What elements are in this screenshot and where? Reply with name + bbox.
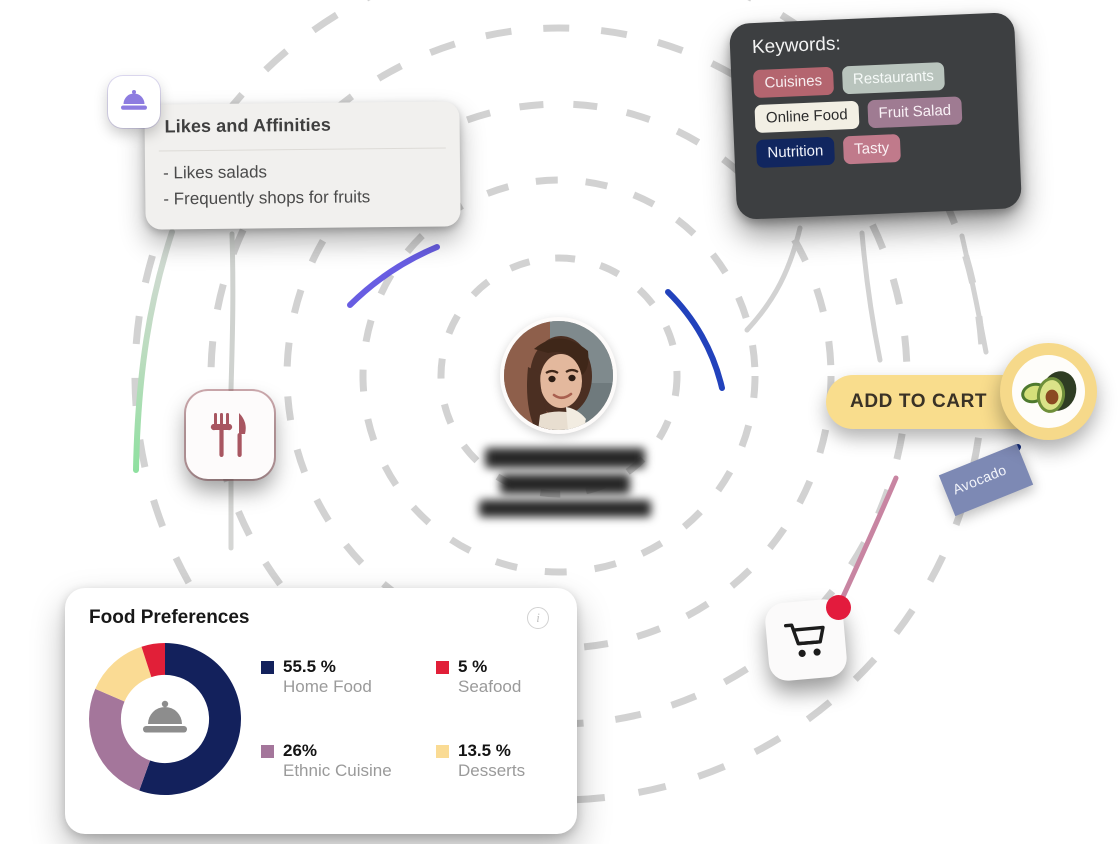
fork-and-knife-icon (210, 413, 246, 457)
list-item: - Frequently shops for fruits (163, 187, 371, 209)
legend-label: Home Food (283, 677, 372, 696)
keyword-chip[interactable]: Restaurants (841, 62, 946, 95)
legend-swatch (436, 661, 449, 674)
likes-and-affinities-card: Likes and Affinities - Likes salads - Fr… (144, 101, 461, 230)
legend-value: 5 % (458, 657, 488, 676)
product-tag[interactable]: Avocado (938, 443, 1034, 517)
add-to-cart-label: ADD TO CART (850, 391, 988, 412)
info-icon[interactable]: i (527, 607, 549, 629)
cloche-icon (121, 90, 147, 110)
cloche-app-badge[interactable] (108, 76, 160, 128)
legend-label: Ethnic Cuisine (283, 761, 392, 780)
avocado-icon (1020, 370, 1076, 413)
keyword-chip[interactable]: Fruit Salad (867, 96, 963, 129)
legend-swatch (261, 745, 274, 758)
keyword-chip[interactable]: Nutrition (755, 136, 835, 169)
legend-label: Desserts (458, 761, 526, 780)
cutlery-node[interactable] (186, 391, 274, 479)
keyword-chip[interactable]: Online Food (754, 100, 860, 134)
redacted-line (485, 448, 645, 468)
cart-count-badge (826, 595, 851, 620)
legend-value: 26% (283, 741, 318, 760)
food-preferences-card: Food Preferences i 55.5 % Home Food 5 % … (65, 588, 577, 834)
avatar-photo (504, 321, 613, 430)
likes-list: - Likes salads - Frequently shops for fr… (145, 148, 461, 212)
food-card-body: 55.5 % Home Food 5 % Seafood 26% Ethnic … (65, 629, 577, 799)
keyword-chip-list: Cuisines Restaurants Online Food Fruit S… (752, 60, 1002, 169)
keywords-card: Keywords: Cuisines Restaurants Online Fo… (729, 12, 1022, 220)
legend-item: 26% Ethnic Cuisine (261, 741, 436, 799)
legend-item: 13.5 % Desserts (436, 741, 525, 799)
food-card-header: Food Preferences i (65, 588, 577, 629)
legend-label: Seafood (458, 677, 522, 696)
avocado-product-badge[interactable] (1000, 343, 1097, 440)
redacted-line (479, 500, 651, 517)
likes-card-title: Likes and Affinities (164, 114, 332, 137)
chart-legend: 55.5 % Home Food 5 % Seafood 26% Ethnic … (261, 639, 525, 799)
avocado-badge-inner (1012, 355, 1085, 428)
keyword-chip[interactable]: Cuisines (752, 66, 834, 99)
donut-chart (85, 639, 245, 799)
page-title: Food Preferences (89, 607, 250, 628)
legend-value: 55.5 % (283, 657, 336, 676)
legend-swatch (261, 661, 274, 674)
legend-item: 55.5 % Home Food (261, 657, 436, 715)
keyword-chip[interactable]: Tasty (842, 134, 901, 165)
cloche-icon (143, 700, 187, 733)
avatar[interactable] (500, 317, 617, 434)
infographic-canvas: Likes and Affinities - Likes salads - Fr… (0, 0, 1120, 844)
legend-item: 5 % Seafood (436, 657, 525, 715)
list-item: - Likes salads (162, 162, 268, 183)
legend-swatch (436, 745, 449, 758)
shopping-cart-icon (783, 623, 825, 657)
person-name-redacted (470, 448, 660, 523)
legend-value: 13.5 % (458, 741, 511, 760)
redacted-line (500, 474, 630, 494)
product-tag-label: Avocado (950, 461, 1009, 498)
keywords-title: Keywords: (751, 33, 842, 59)
